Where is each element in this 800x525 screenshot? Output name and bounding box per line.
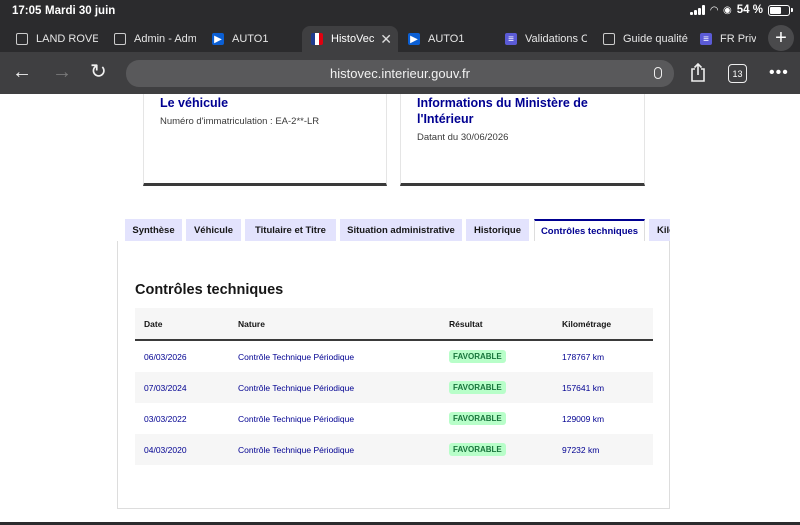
row-result: FAVORABLE (449, 372, 506, 403)
table-header: Date Nature Résultat Kilométrage (135, 308, 653, 341)
new-tab-button[interactable]: + (768, 25, 794, 51)
status-date: Mardi 30 juin (45, 5, 116, 17)
row-date: 07/03/2024 (144, 382, 187, 393)
section-tabs: Synthèse Véhicule Titulaire et Titre Sit… (125, 219, 670, 241)
table-row: 03/03/2022 Contrôle Technique Périodique… (135, 403, 653, 434)
tab-label: AUTO1 (232, 33, 269, 45)
globe-icon (603, 33, 615, 45)
row-km: 157641 km (562, 382, 605, 393)
vehicle-card-plate: Numéro d'immatriculation : EA-2**-LR (160, 116, 320, 127)
column-header-kilometrage: Kilométrage (562, 318, 612, 329)
browser-tab-strip: LAND ROVER Admin - Adm ▶ AUTO1 HistoVec … (0, 26, 760, 72)
back-arrow-icon[interactable]: ← (12, 61, 32, 83)
share-icon[interactable] (690, 63, 706, 82)
tab-label: HistoVec (331, 33, 375, 45)
row-result: FAVORABLE (449, 434, 506, 465)
tab-label: AUTO1 (428, 33, 465, 45)
status-indicators: ◠ ◉ 54 % (690, 4, 793, 16)
result-badge: FAVORABLE (449, 350, 506, 363)
tab-synthese[interactable]: Synthèse (125, 219, 182, 241)
row-result: FAVORABLE (449, 341, 506, 372)
row-km: 97232 km (562, 444, 600, 455)
browser-tab-auto1-2[interactable]: ▶ AUTO1 (408, 26, 490, 52)
close-tab-icon[interactable]: ✕ (380, 31, 392, 48)
browser-tab-guide-qualite[interactable]: Guide qualité (603, 26, 689, 52)
column-header-date: Date (144, 318, 163, 329)
browser-tab-validations[interactable]: ≡ Validations C (505, 26, 587, 52)
ministry-card-date: Datant du 30/06/2026 (417, 132, 509, 143)
table-row: 04/03/2020 Contrôle Technique Périodique… (135, 434, 653, 465)
row-nature: Contrôle Technique Périodique (238, 382, 355, 393)
globe-icon (16, 33, 28, 45)
status-bar: 17:05 Mardi 30 juin ◠ ◉ 54 % (0, 0, 800, 22)
browser-tab-admin[interactable]: Admin - Adm (114, 26, 196, 52)
marianne-flag-icon (311, 33, 323, 45)
tab-label: Admin - Adm (134, 33, 196, 45)
tab-historique[interactable]: Historique (466, 219, 529, 241)
column-header-nature: Nature (238, 318, 265, 329)
browser-tab-fr-priv[interactable]: ≡ FR Priv (700, 26, 756, 52)
more-menu-icon[interactable]: ••• (769, 64, 789, 82)
row-km: 129009 km (562, 413, 605, 424)
globe-icon (114, 33, 126, 45)
auto1-icon: ▶ (212, 33, 224, 45)
row-nature: Contrôle Technique Périodique (238, 351, 355, 362)
browser-tab-histovec[interactable]: HistoVec ✕ (302, 26, 398, 52)
tab-count-button[interactable]: 13 (728, 64, 747, 83)
result-badge: FAVORABLE (449, 381, 506, 394)
row-date: 04/03/2020 (144, 444, 187, 455)
row-date: 03/03/2022 (144, 413, 187, 424)
battery-icon (768, 4, 793, 16)
row-result: FAVORABLE (449, 403, 506, 434)
tab-label: FR Priv (720, 33, 756, 45)
battery-percent: 54 % (736, 4, 763, 16)
row-nature: Contrôle Technique Périodique (238, 444, 355, 455)
vehicle-card: Le véhicule Numéro d'immatriculation : E… (143, 94, 387, 186)
controles-techniques-panel: Contrôles techniques Date Nature Résulta… (117, 241, 670, 509)
page-content: Le véhicule Numéro d'immatriculation : E… (0, 94, 800, 525)
tab-label: Validations C (525, 33, 587, 45)
location-icon: ◉ (723, 4, 732, 16)
browser-chrome: 17:05 Mardi 30 juin ◠ ◉ 54 % LAND ROVER … (0, 0, 800, 94)
column-header-resultat: Résultat (449, 318, 483, 329)
table-row: 07/03/2024 Contrôle Technique Périodique… (135, 372, 653, 403)
tab-label: Guide qualité (623, 33, 688, 45)
row-km: 178767 km (562, 351, 605, 362)
tab-kilometrage[interactable]: Kilo (649, 219, 670, 241)
ministry-card-title: Informations du Ministère de l'Intérieur (417, 96, 588, 126)
reload-icon[interactable]: ↻ (90, 61, 107, 83)
navigation-bar: ← → ↻ histovec.interieur.gouv.fr 13 ••• (0, 52, 800, 94)
status-time: 17:05 (12, 5, 42, 17)
url-text: histovec.interieur.gouv.fr (330, 66, 470, 81)
tab-situation-administrative[interactable]: Situation administrative (340, 219, 462, 241)
tab-label: LAND ROVER (36, 33, 98, 45)
address-bar[interactable]: histovec.interieur.gouv.fr (126, 60, 674, 87)
result-badge: FAVORABLE (449, 412, 506, 425)
ministry-card: Informations du Ministère de l'Intérieur… (400, 94, 645, 186)
cellular-signal-icon (690, 5, 706, 15)
table-row: 06/03/2026 Contrôle Technique Périodique… (135, 341, 653, 372)
row-nature: Contrôle Technique Périodique (238, 413, 355, 424)
forward-arrow-icon[interactable]: → (52, 61, 72, 83)
vehicle-card-title: Le véhicule (160, 96, 229, 110)
auto1-icon: ▶ (408, 33, 420, 45)
form-icon: ≡ (505, 33, 517, 45)
browser-tab-auto1[interactable]: ▶ AUTO1 (212, 26, 294, 52)
result-badge: FAVORABLE (449, 443, 506, 456)
tab-vehicule[interactable]: Véhicule (186, 219, 241, 241)
row-date: 06/03/2026 (144, 351, 187, 362)
microphone-icon[interactable] (654, 67, 662, 79)
section-title: Contrôles techniques (135, 282, 284, 298)
tab-titulaire-et-titre[interactable]: Titulaire et Titre (245, 219, 336, 241)
form-icon: ≡ (700, 33, 712, 45)
tab-controles-techniques[interactable]: Contrôles techniques (534, 219, 645, 241)
wifi-icon: ◠ (710, 4, 719, 16)
browser-tab-land-rover[interactable]: LAND ROVER (16, 26, 98, 52)
